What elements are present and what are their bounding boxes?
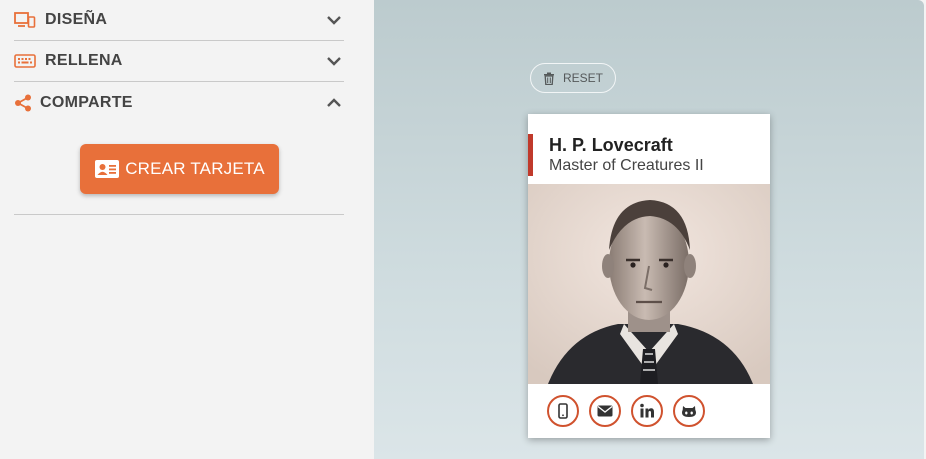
accordion-rellena-label: RELLENA bbox=[45, 52, 123, 69]
phone-icon[interactable] bbox=[547, 395, 579, 427]
linkedin-icon[interactable] bbox=[631, 395, 663, 427]
portrait-photo bbox=[528, 184, 770, 384]
card-title: Master of Creatures II bbox=[549, 157, 704, 174]
mail-icon[interactable] bbox=[589, 395, 621, 427]
keyboard-icon bbox=[14, 52, 36, 70]
chevron-down-icon bbox=[326, 53, 342, 69]
accordion-comparte[interactable]: COMPARTE bbox=[14, 82, 344, 123]
devices-icon bbox=[14, 11, 36, 29]
accordion-comparte-label: COMPARTE bbox=[40, 93, 133, 111]
trash-icon bbox=[543, 72, 555, 85]
card-preview-area: RESET H. P. Lovecraft Master of Creature… bbox=[374, 0, 924, 459]
accordion-disena[interactable]: DISEÑA bbox=[14, 0, 344, 41]
create-card-label: CREAR TARJETA bbox=[125, 159, 265, 178]
share-icon bbox=[14, 94, 32, 112]
accordion-disena-label: DISEÑA bbox=[45, 11, 108, 28]
business-card: H. P. Lovecraft Master of Creatures II bbox=[528, 114, 770, 438]
card-name: H. P. Lovecraft bbox=[549, 135, 673, 155]
github-icon[interactable] bbox=[673, 395, 705, 427]
accent-bar bbox=[528, 134, 533, 176]
chevron-down-icon bbox=[326, 12, 342, 28]
chevron-up-icon bbox=[326, 95, 342, 111]
reset-button[interactable]: RESET bbox=[530, 63, 616, 93]
divider bbox=[14, 214, 344, 215]
reset-label: RESET bbox=[562, 71, 603, 85]
create-card-button[interactable]: CREAR TARJETA bbox=[80, 144, 279, 194]
sidebar: DISEÑA RELLENA COMPARTE CREAR TARJETA bbox=[0, 0, 360, 459]
contact-icons bbox=[547, 395, 715, 427]
accordion-rellena[interactable]: RELLENA bbox=[14, 41, 344, 82]
id-card-icon bbox=[94, 159, 120, 179]
